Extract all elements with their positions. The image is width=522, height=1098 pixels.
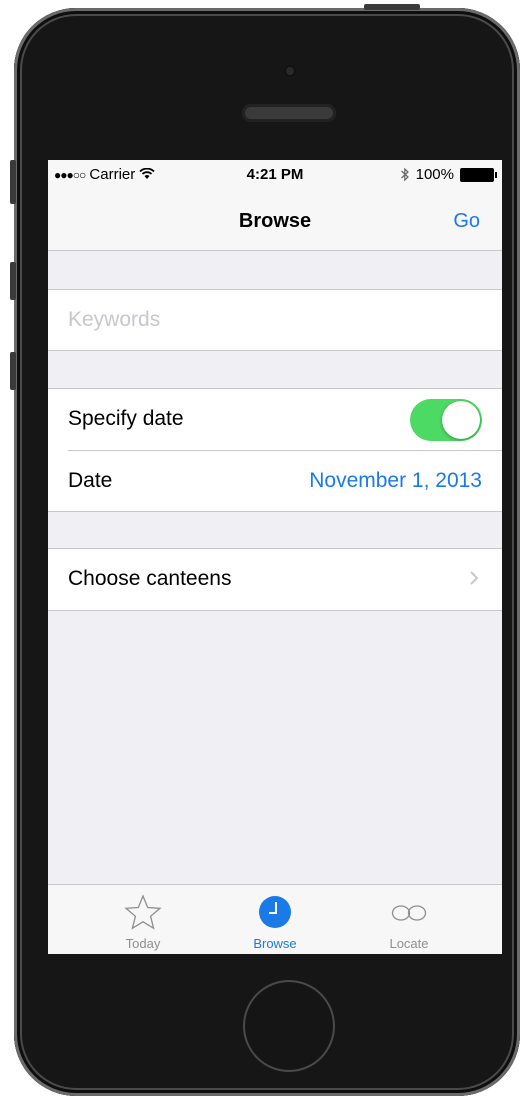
date-label: Date <box>68 469 113 492</box>
keywords-input[interactable]: Keywords <box>68 308 160 332</box>
tab-locate[interactable]: Locate <box>334 885 484 954</box>
page-title: Browse <box>238 210 312 232</box>
tab-browse[interactable]: Browse <box>200 885 350 954</box>
battery-icon <box>460 167 497 182</box>
status-right: 100% <box>400 166 497 183</box>
volume-up-button <box>10 262 16 300</box>
tab-bar: Today Browse Locate <box>48 884 502 954</box>
specify-date-label: Specify date <box>68 407 184 430</box>
power-button <box>364 4 420 10</box>
tab-today[interactable]: Today <box>68 885 218 954</box>
front-camera <box>284 65 296 77</box>
toggle-knob <box>442 401 480 439</box>
choose-canteens-cell[interactable]: Choose canteens <box>48 548 502 611</box>
clock-icon <box>259 896 291 928</box>
glasses-icon <box>391 905 427 921</box>
status-bar: ●●●○○ Carrier 4:21 PM 100% <box>48 160 502 188</box>
screen: ●●●○○ Carrier 4:21 PM 100% Browse Go Key… <box>48 160 502 954</box>
tab-label-locate: Locate <box>389 936 429 951</box>
volume-down-button <box>10 352 16 390</box>
chevron-right-icon <box>470 571 479 585</box>
navigation-bar: Browse Go <box>48 188 502 251</box>
choose-canteens-label: Choose canteens <box>68 567 232 590</box>
home-button[interactable] <box>243 980 335 1072</box>
tab-label-today: Today <box>125 936 161 951</box>
battery-percent: 100% <box>415 166 454 183</box>
tab-label-browse: Browse <box>253 936 297 951</box>
mute-switch <box>10 160 16 204</box>
star-icon <box>124 894 162 930</box>
date-value[interactable]: November 1, 2013 <box>309 469 482 493</box>
date-cell[interactable]: Date November 1, 2013 <box>48 451 502 512</box>
specify-date-cell: Specify date <box>48 388 502 451</box>
go-button[interactable]: Go <box>453 210 480 233</box>
keywords-cell[interactable]: Keywords <box>48 289 502 351</box>
earpiece-speaker <box>242 104 336 122</box>
bluetooth-icon <box>400 167 409 182</box>
specify-date-toggle[interactable] <box>410 399 482 441</box>
